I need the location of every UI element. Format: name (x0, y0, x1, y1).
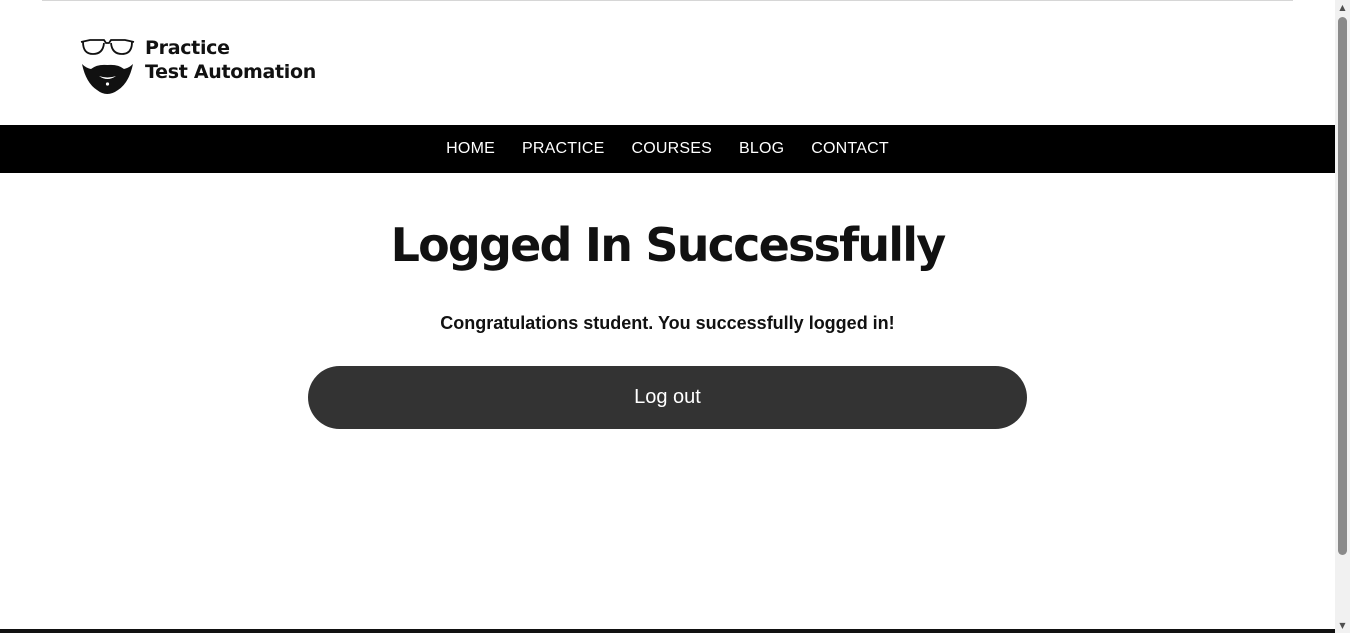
page-title: Logged In Successfully (390, 218, 947, 272)
success-message: Congratulations student. You successfull… (440, 313, 895, 333)
main-navigation: HOME PRACTICE COURSES BLOG CONTACT (0, 125, 1335, 173)
vertical-scrollbar[interactable]: ▲ ▼ (1335, 0, 1350, 633)
brand-line-1: Practice (145, 37, 230, 59)
brand-text: Practice Test Automation (145, 36, 316, 84)
nav-item-blog[interactable]: BLOG (739, 140, 784, 158)
nav-item-courses[interactable]: COURSES (631, 140, 712, 158)
top-divider (42, 0, 1293, 1)
scroll-up-arrow-icon[interactable]: ▲ (1335, 0, 1350, 15)
scrollbar-thumb[interactable] (1338, 17, 1347, 555)
logout-button[interactable]: Log out (308, 366, 1027, 429)
glasses-beard-icon (80, 39, 135, 94)
footer-divider (0, 629, 1335, 633)
page: Practice Test Automation HOME PRACTICE C… (0, 0, 1335, 633)
scroll-down-arrow-icon[interactable]: ▼ (1335, 618, 1350, 633)
nav-item-practice[interactable]: PRACTICE (522, 140, 605, 158)
nav-item-contact[interactable]: CONTACT (811, 140, 889, 158)
brand-line-2: Test Automation (145, 61, 316, 83)
site-logo-link[interactable]: Practice Test Automation (80, 36, 316, 98)
nav-item-home[interactable]: HOME (446, 140, 495, 158)
